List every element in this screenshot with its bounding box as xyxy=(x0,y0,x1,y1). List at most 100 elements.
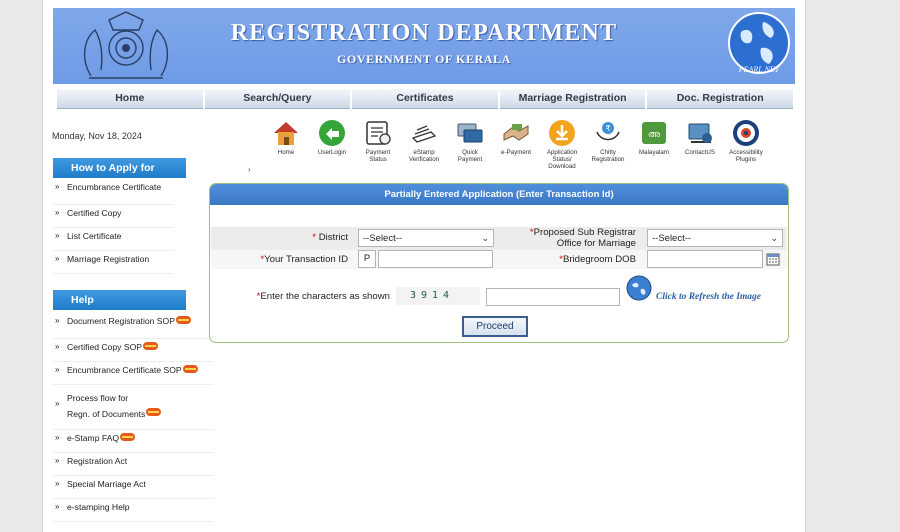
home-link[interactable]: Home xyxy=(263,118,309,178)
help-list: » Document Registration SOP » Certified … xyxy=(53,316,213,522)
quick-icons-bar: Home UserLogin Payment Status eStamp Ver… xyxy=(263,118,769,178)
sidebar-item-estamping-help[interactable]: » e-stamping Help xyxy=(53,499,213,522)
e-payment-icon xyxy=(503,124,529,141)
bullet-icon: » xyxy=(55,502,60,511)
nav-doc-registration[interactable]: Doc. Registration xyxy=(647,89,793,109)
chevron-down-icon: ⌄ xyxy=(770,233,778,243)
header-banner: REGISTRATION DEPARTMENT GOVERNMENT OF KE… xyxy=(53,8,795,84)
captcha-image: 3914 xyxy=(396,287,480,305)
bullet-icon: » xyxy=(55,316,60,325)
bullet-icon: » xyxy=(55,342,60,351)
icon-label: e-Payment xyxy=(501,149,531,156)
quick-payment-link[interactable]: Quick Payment xyxy=(447,118,493,178)
sidebar-item-special-marriage-act[interactable]: » Special Marriage Act xyxy=(53,476,213,499)
refresh-globe-icon[interactable] xyxy=(626,275,652,301)
bridegroom-dob-input[interactable] xyxy=(647,250,763,268)
bullet-icon: » xyxy=(55,433,60,442)
user-login-link[interactable]: UserLogin xyxy=(309,118,355,178)
icon-label: ContactUS xyxy=(685,149,715,156)
new-badge-icon xyxy=(175,316,191,324)
e-payment-link[interactable]: e-Payment xyxy=(493,118,539,178)
sidebar-item-label: Encumbrance Certificate SOP xyxy=(67,365,182,375)
sidebar-item-marriage-registration[interactable]: » Marriage Registration xyxy=(53,251,173,274)
bullet-icon: » xyxy=(55,456,60,465)
calendar-icon[interactable] xyxy=(766,252,780,266)
icon-label: Quick Payment xyxy=(457,149,483,163)
icon-label: Accessibility Plugins xyxy=(729,149,763,163)
icon-label: Payment Status xyxy=(365,149,391,163)
nav-home[interactable]: Home xyxy=(57,89,203,109)
estamp-verification-link[interactable]: eStamp Verification xyxy=(401,118,447,178)
banner-title: REGISTRATION DEPARTMENT xyxy=(230,20,618,46)
sidebar-item-label: e-Stamp FAQ xyxy=(67,433,120,443)
bullet-icon: » xyxy=(55,182,60,191)
sidebar-item-label: Registration Act xyxy=(67,456,128,466)
sub-registrar-label: *Proposed Sub Registrar Office for Marri… xyxy=(502,227,636,249)
proceed-button[interactable]: Proceed xyxy=(462,316,528,337)
district-select-value: --Select-- xyxy=(363,233,403,244)
malayalam-link[interactable]: അ Malayalam xyxy=(631,118,677,178)
svg-text:അ: അ xyxy=(648,129,661,139)
chitty-registration-link[interactable]: ₹ Chitty Registration xyxy=(585,118,631,178)
transaction-prefix: P xyxy=(358,250,376,268)
transaction-id-label-text: Your Transaction ID xyxy=(264,254,348,265)
bullet-icon: » xyxy=(55,231,60,240)
svg-text:₹: ₹ xyxy=(605,124,610,133)
new-badge-icon xyxy=(146,408,162,416)
contact-us-link[interactable]: ContactUS xyxy=(677,118,723,178)
sidebar-item-certified-copy-sop[interactable]: » Certified Copy SOP xyxy=(53,339,213,362)
nav-marriage-registration[interactable]: Marriage Registration xyxy=(499,89,646,109)
application-status-link[interactable]: Application Status/ Download xyxy=(539,118,585,178)
icon-label: eStamp Verification xyxy=(408,149,440,163)
sub-registrar-label-line2: Office for Marriage xyxy=(556,238,636,249)
sidebar-item-certified-copy[interactable]: » Certified Copy xyxy=(53,205,173,228)
sidebar-item-document-registration-sop[interactable]: » Document Registration SOP xyxy=(53,316,213,339)
payment-status-link[interactable]: Payment Status xyxy=(355,118,401,178)
sidebar-item-process-flow[interactable]: » Process flow for Regn. of Documents xyxy=(53,385,213,430)
bridegroom-dob-label-text: Bridegroom DOB xyxy=(562,254,636,265)
sidebar-item-label: Encumbrance Certificate xyxy=(67,182,162,192)
sidebar-item-label: Process flow for Regn. of Documents xyxy=(67,388,162,420)
home-icon xyxy=(274,122,298,145)
sidebar-item-label: Special Marriage Act xyxy=(67,479,146,489)
user-login-icon xyxy=(319,120,345,146)
required-mark: * xyxy=(312,232,317,243)
sidebar-item-label: e-stamping Help xyxy=(67,502,130,512)
quick-payment-icon xyxy=(457,123,483,143)
nav-search-query[interactable]: Search/Query xyxy=(204,89,351,109)
district-label-text: District xyxy=(318,232,348,243)
sidebar-item-estamp-faq[interactable]: » e-Stamp FAQ xyxy=(53,430,213,453)
sidebar-item-encumbrance-certificate-sop[interactable]: » Encumbrance Certificate SOP xyxy=(53,362,213,385)
pearl-globe-icon: PEARL NET xyxy=(728,12,790,74)
captcha-input[interactable] xyxy=(486,288,620,306)
bridegroom-dob-label: *Bridegroom DOB xyxy=(540,254,636,265)
sidebar-item-label-line2-text: Regn. of Documents xyxy=(67,409,146,419)
sidebar-item-label: Certified Copy xyxy=(67,208,122,218)
sidebar-item-label: Marriage Registration xyxy=(67,254,150,264)
sidebar-item-label: Document Registration SOP xyxy=(67,316,175,326)
form-title: Partially Entered Application (Enter Tra… xyxy=(210,184,788,205)
application-status-icon xyxy=(549,120,575,146)
icon-label: Home xyxy=(277,149,295,156)
chevron-down-icon: ⌄ xyxy=(481,233,489,243)
help-heading: Help xyxy=(53,290,186,310)
accessibility-icon xyxy=(733,120,759,146)
new-badge-icon xyxy=(143,342,158,350)
nav-certificates[interactable]: Certificates xyxy=(352,89,498,109)
transaction-id-input[interactable] xyxy=(378,250,493,268)
accessibility-plugins-link[interactable]: Accessibility Plugins xyxy=(723,118,769,178)
captcha-label-text: Enter the characters as shown xyxy=(260,291,390,302)
sidebar-item-label-line1: Process flow for xyxy=(67,393,129,403)
sidebar-item-encumbrance-certificate[interactable]: » Encumbrance Certificate xyxy=(53,182,173,205)
sidebar-item-registration-act[interactable]: » Registration Act xyxy=(53,453,213,476)
bullet-icon: » xyxy=(55,208,60,217)
icon-label: Application Status/ Download xyxy=(546,149,578,170)
sub-registrar-select[interactable]: --Select-- ⌄ xyxy=(647,229,783,247)
current-date: Monday, Nov 18, 2024 xyxy=(52,131,142,141)
icon-label: Chitty Registration xyxy=(591,149,625,163)
sidebar-item-list-certificate[interactable]: » List Certificate xyxy=(53,228,173,251)
district-select[interactable]: --Select-- ⌄ xyxy=(358,229,494,247)
sidebar-item-label: Certified Copy SOP xyxy=(67,342,142,352)
district-label: * District xyxy=(270,232,348,243)
refresh-captcha-link[interactable]: Click to Refresh the Image xyxy=(656,292,761,302)
